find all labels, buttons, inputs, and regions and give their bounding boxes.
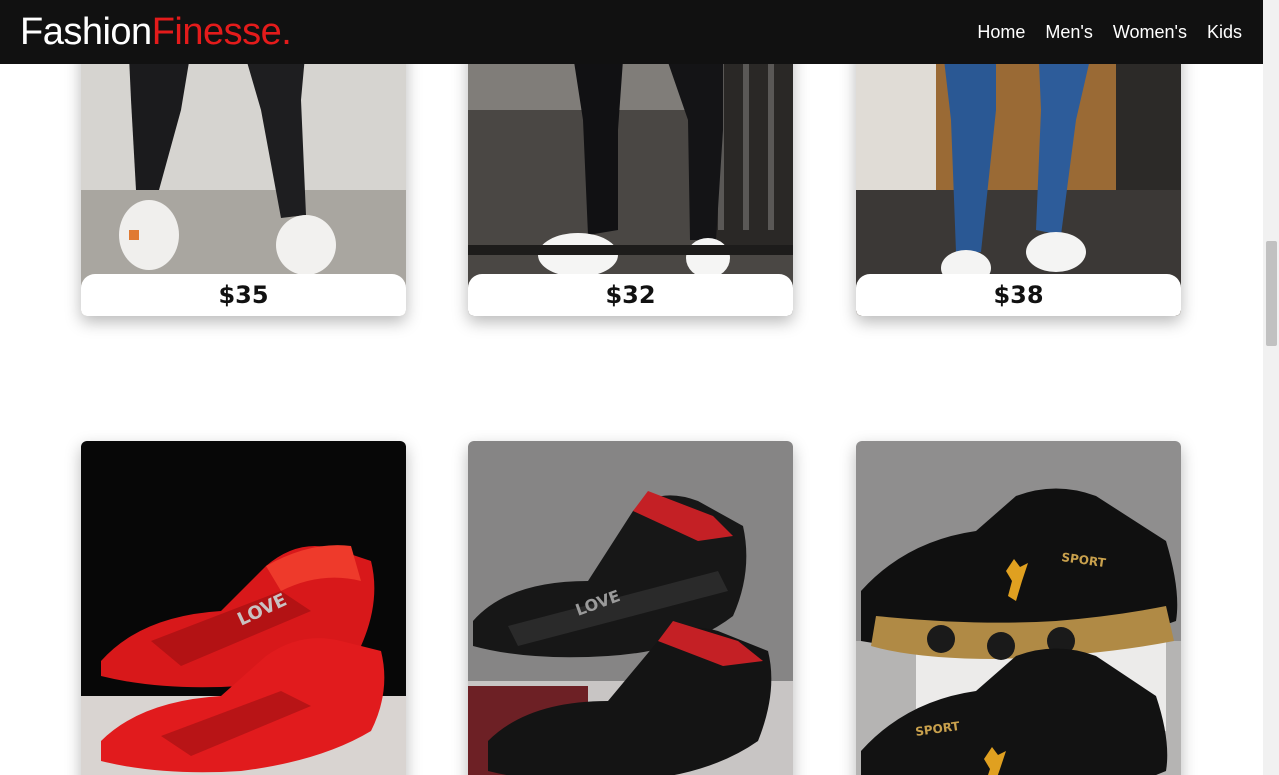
scrollbar-thumb[interactable] — [1266, 241, 1277, 346]
product-card[interactable]: LOVE — [81, 441, 406, 775]
price-bar: $38 — [856, 274, 1181, 316]
price-bar: $32 — [468, 274, 793, 316]
product-photo-black-red-sneakers: LOVE — [468, 441, 793, 775]
product-card[interactable]: SPORT SPORT — [856, 441, 1181, 775]
page-scrollbar[interactable] — [1263, 0, 1279, 775]
product-photo-black-gold-sneakers: SPORT SPORT — [856, 441, 1181, 775]
logo[interactable]: FashionFinesse. — [20, 11, 292, 53]
price-label: $32 — [605, 281, 656, 309]
logo-text-fashion: Fashion — [20, 11, 152, 53]
price-label: $38 — [993, 281, 1044, 309]
nav-mens-link[interactable]: Men's — [1045, 22, 1092, 43]
navbar: FashionFinesse. Home Men's Women's Kids — [0, 0, 1263, 64]
price-bar: $35 — [81, 274, 406, 316]
nav-home-link[interactable]: Home — [977, 22, 1025, 43]
product-card[interactable]: LOVE — [468, 441, 793, 775]
nav-kids-link[interactable]: Kids — [1207, 22, 1242, 43]
nav-womens-link[interactable]: Women's — [1113, 22, 1187, 43]
product-photo-red-sneakers: LOVE — [81, 441, 406, 775]
logo-text-finesse: Finesse. — [151, 11, 292, 53]
nav-links: Home Men's Women's Kids — [977, 22, 1242, 43]
price-label: $35 — [218, 281, 269, 309]
